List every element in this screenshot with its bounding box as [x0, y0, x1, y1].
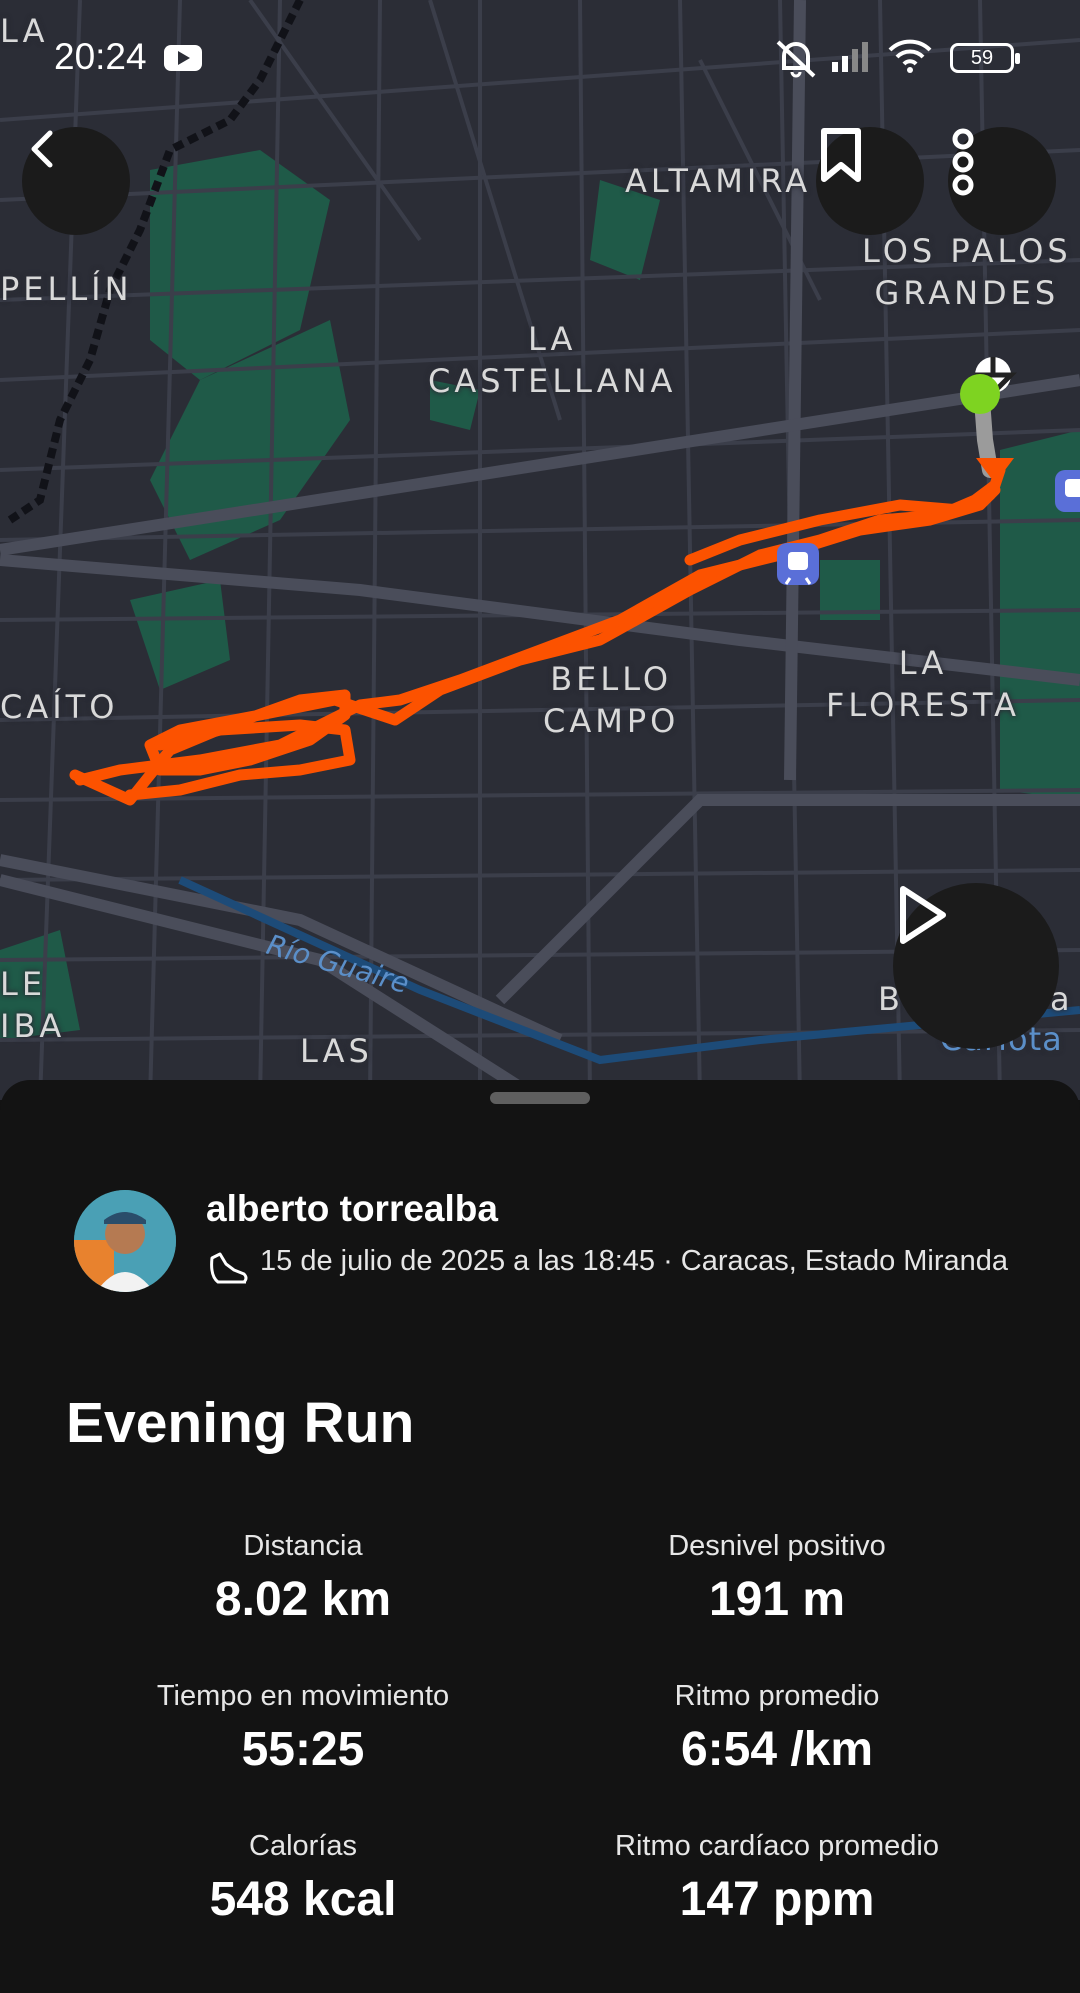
bookmark-icon — [821, 128, 861, 182]
bell-off-icon — [776, 40, 816, 78]
map-label-las: LAS — [300, 1032, 373, 1070]
stat-average-pace: Ritmo promedio 6:54 /km — [537, 1678, 1017, 1778]
stat-value: 191 m — [708, 1573, 846, 1626]
route-map[interactable]: LA ALTAMIRA LOS PALOS GRANDES PELLÍN LA … — [0, 0, 1080, 1100]
more-vertical-icon — [952, 128, 974, 196]
wifi-icon — [888, 39, 932, 73]
running-shoe-icon — [210, 1252, 248, 1284]
status-bar: 20:24 59 — [0, 0, 1080, 110]
stat-distance: Distancia 8.02 km — [63, 1528, 543, 1628]
more-options-button[interactable] — [948, 127, 1056, 235]
map-label-los-palos-grandes: LOS PALOS GRANDES — [862, 232, 1072, 312]
stat-label: Calorías — [249, 1830, 357, 1862]
bookmark-button[interactable] — [816, 127, 924, 235]
chevron-left-icon — [31, 130, 53, 168]
sheet-drag-handle[interactable] — [490, 1092, 590, 1104]
map-label-la-floresta: LA FLORESTA — [826, 644, 1020, 724]
stat-value: 6:54 /km — [680, 1723, 874, 1776]
activity-sheet[interactable]: alberto torrealba 15 de julio de 2025 a … — [0, 1080, 1080, 1993]
signal-icon — [832, 42, 868, 72]
stat-label: Ritmo promedio — [674, 1680, 880, 1712]
youtube-icon — [164, 45, 202, 71]
activity-date-location: 15 de julio de 2025 a las 18:45 · Caraca… — [260, 1245, 1009, 1277]
play-flyover-button[interactable] — [893, 883, 1059, 1049]
stat-moving-time: Tiempo en movimiento 55:25 — [63, 1678, 543, 1778]
battery-icon: 59 — [950, 43, 1020, 73]
map-label-pellin: PELLÍN — [0, 270, 133, 308]
map-label-bello-campo: BELLO CAMPO — [543, 660, 680, 740]
map-label-altamira: ALTAMIRA — [625, 162, 812, 200]
stat-value: 55:25 — [241, 1723, 365, 1776]
avatar[interactable] — [74, 1190, 176, 1292]
map-label-la-castellana: LA CASTELLANA — [428, 320, 677, 400]
activity-title: Evening Run — [66, 1391, 415, 1455]
stat-value: 548 kcal — [209, 1873, 397, 1926]
stat-label: Desnivel positivo — [668, 1530, 886, 1562]
stat-label: Tiempo en movimiento — [156, 1680, 450, 1712]
stat-calories: Calorías 548 kcal — [63, 1828, 543, 1928]
stat-value: 147 ppm — [679, 1873, 875, 1926]
athlete-name[interactable]: alberto torrealba — [206, 1188, 498, 1230]
back-button[interactable] — [22, 127, 130, 235]
stat-elevation-gain: Desnivel positivo 191 m — [537, 1528, 1017, 1628]
stat-label: Ritmo cardíaco promedio — [615, 1830, 939, 1862]
stat-value: 8.02 km — [214, 1573, 392, 1626]
map-label-le-iba: LE IBA — [0, 965, 66, 1045]
status-time: 20:24 — [54, 36, 147, 77]
map-label-caito: CAÍTO — [0, 688, 119, 726]
stat-label: Distancia — [243, 1530, 363, 1562]
start-marker-icon — [960, 374, 1000, 414]
stat-average-heart-rate: Ritmo cardíaco promedio 147 ppm — [537, 1828, 1017, 1928]
play-icon — [900, 886, 946, 944]
